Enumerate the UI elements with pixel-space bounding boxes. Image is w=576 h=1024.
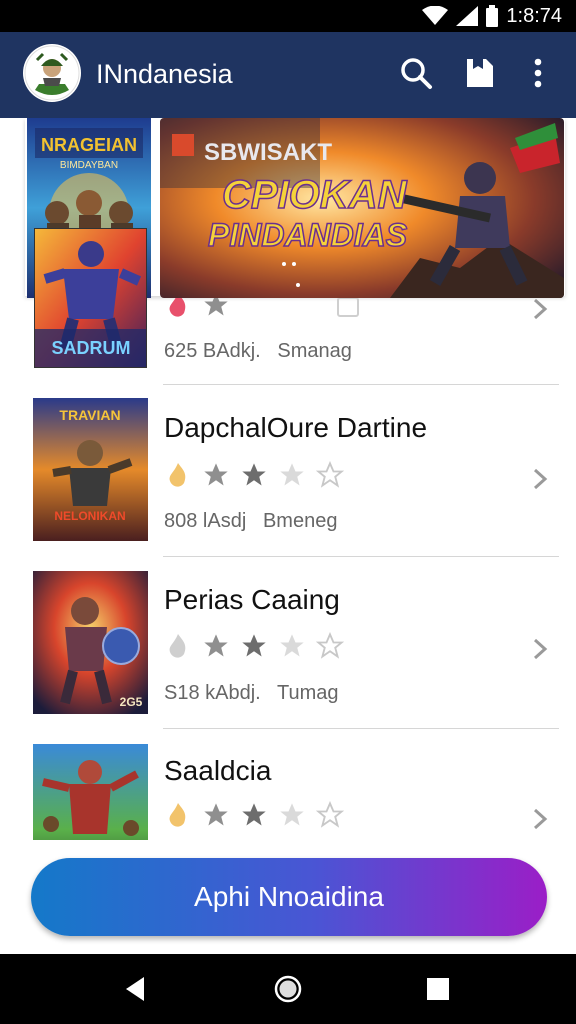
bookmark-button[interactable] bbox=[460, 53, 500, 93]
thumbnail-title: TRAVIAN bbox=[59, 407, 120, 423]
app-logo[interactable] bbox=[23, 44, 81, 102]
status-bar: 1:8:74 bbox=[0, 0, 576, 32]
thumbnail-badge: 2G5 bbox=[120, 695, 143, 709]
star-icon bbox=[204, 803, 228, 826]
star-icon bbox=[316, 461, 344, 488]
content-list[interactable]: 625 BAdkj. Smanag NRAGEIAN BIMDAYBAN SBW… bbox=[0, 118, 576, 840]
chevron-right-icon[interactable] bbox=[528, 634, 552, 664]
star-icon bbox=[316, 801, 344, 828]
item-meta-downloads: 808 lAsdj bbox=[164, 510, 247, 532]
logo-emblem-icon bbox=[24, 45, 80, 101]
item-title[interactable]: DapchalOure Dartine bbox=[164, 412, 427, 444]
signal-icon bbox=[456, 6, 479, 26]
item-meta-downloads: S18 kAbdj. bbox=[164, 682, 261, 704]
system-nav-bar bbox=[0, 954, 576, 1024]
featured-banner-line2: CPIOKAN bbox=[222, 173, 408, 217]
star-icon bbox=[316, 632, 344, 659]
item-title[interactable]: Perias Caaing bbox=[164, 584, 340, 616]
item-meta-downloads: 625 BAdkj. bbox=[164, 340, 261, 362]
divider bbox=[163, 556, 559, 557]
chevron-right-icon[interactable] bbox=[528, 294, 552, 324]
item-meta: 808 lAsdj Bmeneg bbox=[164, 510, 337, 533]
star-icon bbox=[204, 463, 228, 486]
star-icon bbox=[242, 803, 266, 826]
featured-banner[interactable]: SBWISAKT CPIOKAN PINDANDIAS bbox=[160, 118, 564, 298]
item-meta: 625 BAdkj. Smanag bbox=[164, 340, 352, 363]
primary-action-button[interactable]: Aphi Nnoaidina bbox=[31, 858, 547, 936]
status-time: 1:8:74 bbox=[506, 4, 562, 27]
rating-stars bbox=[164, 631, 344, 661]
status-icons: 1:8:74 bbox=[422, 4, 562, 28]
more-vert-icon bbox=[534, 58, 542, 88]
featured-banner-line1: SBWISAKT bbox=[204, 139, 332, 166]
chevron-right-icon[interactable] bbox=[528, 804, 552, 834]
item-title[interactable]: Saaldcia bbox=[164, 755, 271, 787]
bottom-action-area: Aphi Nnoaidina bbox=[0, 840, 576, 954]
item-meta-genre: Smanag bbox=[277, 340, 352, 362]
item-meta-genre: Tumag bbox=[277, 682, 339, 704]
star-icon bbox=[242, 463, 266, 486]
rating-stars bbox=[164, 800, 344, 830]
app-title: INndanesia bbox=[96, 59, 233, 89]
item-meta: S18 kAbdj. Tumag bbox=[164, 682, 339, 705]
search-button[interactable] bbox=[396, 53, 436, 93]
divider bbox=[163, 384, 559, 385]
recents-icon[interactable] bbox=[420, 971, 456, 1007]
divider bbox=[163, 728, 559, 729]
rating-stars bbox=[164, 460, 344, 490]
battery-icon bbox=[486, 5, 499, 27]
thumbnail-subtitle: NELONIKAN bbox=[54, 509, 125, 523]
star-icon bbox=[204, 634, 228, 657]
star-icon bbox=[280, 463, 304, 486]
wifi-icon bbox=[422, 6, 449, 25]
featured-poster-title: NRAGEIAN bbox=[41, 135, 137, 155]
flame-icon bbox=[169, 463, 186, 487]
flame-icon bbox=[169, 803, 186, 827]
featured-poster-subtitle: BIMDAYBAN bbox=[60, 160, 118, 171]
featured-inset-title: SADRUM bbox=[52, 338, 131, 358]
search-icon bbox=[401, 58, 432, 89]
home-icon[interactable] bbox=[270, 971, 306, 1007]
flame-icon bbox=[169, 634, 186, 658]
more-options-button[interactable] bbox=[518, 53, 558, 93]
back-icon[interactable] bbox=[118, 971, 154, 1007]
item-meta-genre: Bmeneg bbox=[262, 510, 338, 532]
star-icon bbox=[242, 634, 266, 657]
game-thumbnail[interactable] bbox=[33, 744, 148, 840]
featured-inset-poster[interactable]: SADRUM bbox=[34, 228, 147, 368]
bookmark-icon bbox=[467, 59, 493, 87]
game-thumbnail[interactable]: 2G5 bbox=[33, 571, 148, 714]
chevron-right-icon[interactable] bbox=[528, 464, 552, 494]
game-thumbnail[interactable]: TRAVIAN NELONIKAN bbox=[33, 398, 148, 541]
app-bar: INndanesia bbox=[0, 32, 576, 118]
star-icon bbox=[280, 634, 304, 657]
featured-banner-line3: PINDANDIAS bbox=[208, 217, 408, 253]
star-icon bbox=[280, 803, 304, 826]
placeholder-icon bbox=[337, 297, 359, 317]
